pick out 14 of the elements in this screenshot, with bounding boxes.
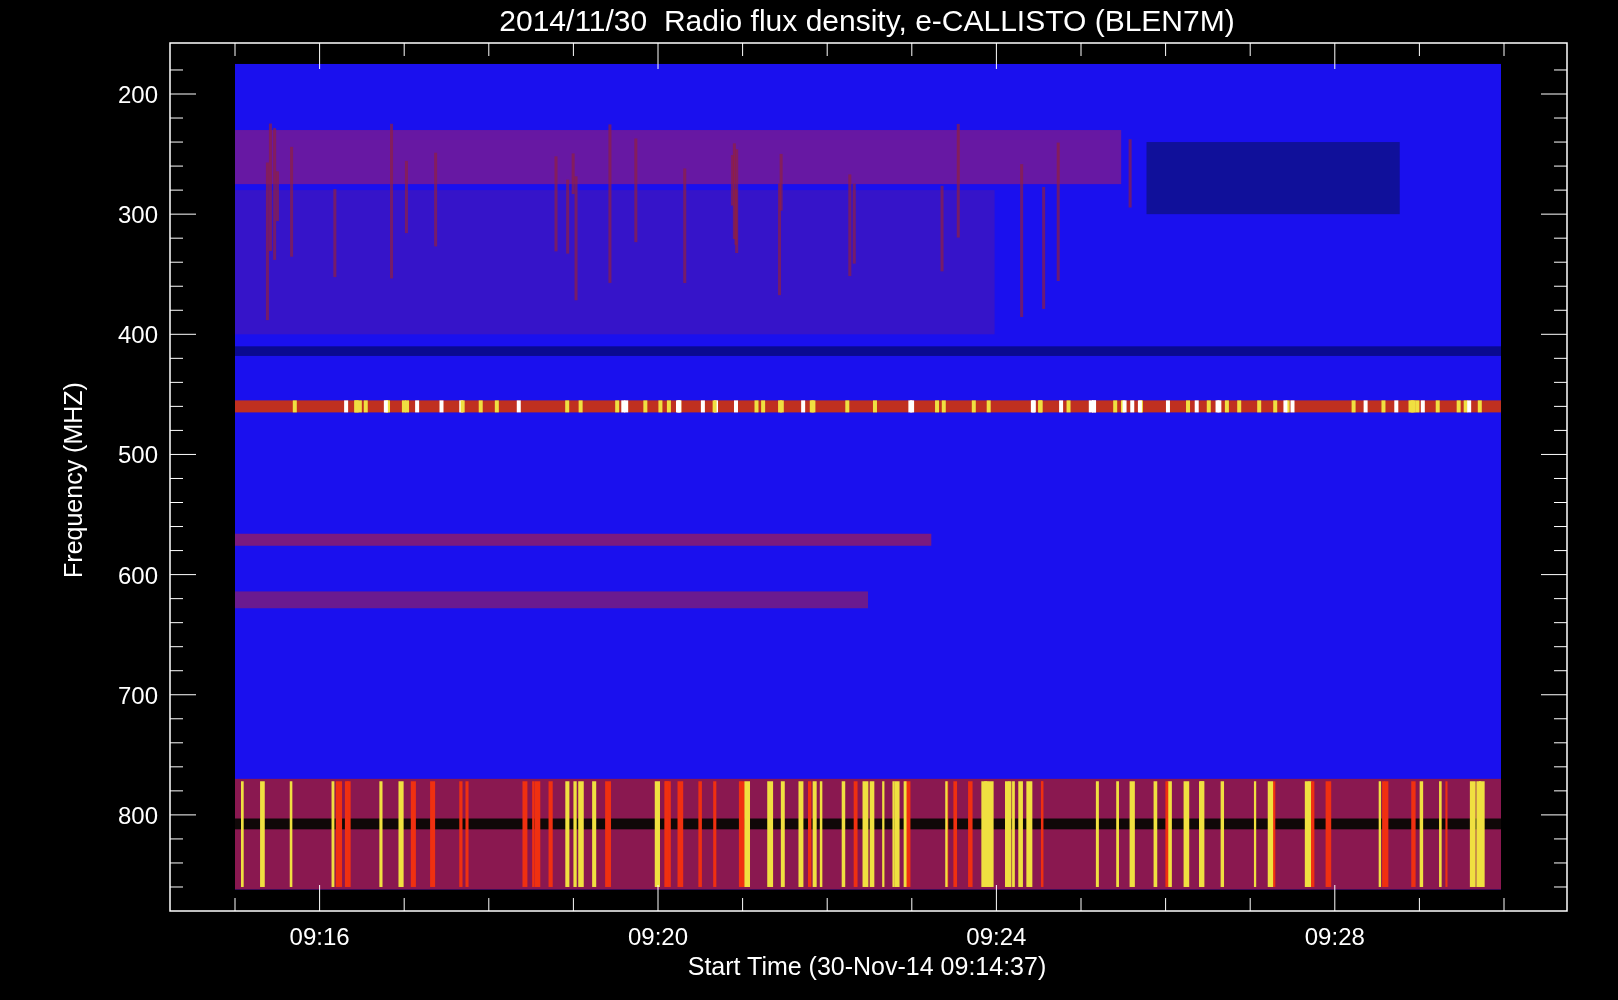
axis-tick-label: 300: [117, 201, 158, 229]
axis-tick-label: 700: [117, 681, 158, 709]
axis-title: Start Time (30-Nov-14 09:14:37): [687, 952, 1047, 980]
axis-title: Frequency (MHZ): [59, 382, 87, 578]
axis-tick-label: 09:24: [966, 923, 1027, 950]
plot-title: 2014/11/30 Radio flux density, e-CALLISTO (BLEN7M): [499, 4, 1235, 37]
axis-tick-label: 600: [117, 561, 158, 589]
axis-tick-label: 800: [117, 801, 158, 829]
axis-tick-label: 200: [117, 81, 158, 108]
axis-tick-label: 09:20: [627, 923, 689, 950]
axis-tick-label: 500: [117, 441, 158, 469]
axis-tick-label: 09:28: [1304, 923, 1365, 950]
axis-tick-label: 09:16: [289, 923, 350, 950]
axis-tick-label: 400: [117, 321, 158, 349]
